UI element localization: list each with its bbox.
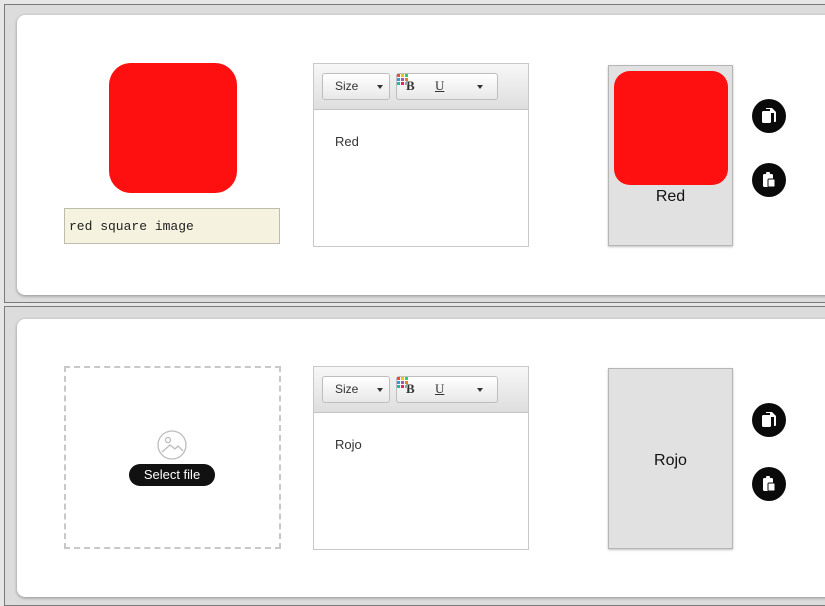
paste-icon — [763, 476, 776, 492]
format-button-group: B U — [396, 73, 498, 100]
font-size-label: Size — [335, 382, 359, 396]
copy-button[interactable] — [752, 403, 786, 437]
rich-text-editor: Size B U Red — [313, 63, 529, 247]
select-file-button[interactable]: Select file — [129, 464, 215, 486]
caret-down-icon[interactable] — [477, 85, 483, 89]
copy-icon — [762, 108, 776, 123]
font-size-dropdown[interactable]: Size — [322, 376, 390, 403]
image-caption-input[interactable] — [64, 208, 280, 244]
card: Size B U Red Red — [17, 15, 825, 295]
image-icon — [157, 430, 187, 460]
paste-button[interactable] — [752, 467, 786, 501]
editor-content[interactable]: Rojo — [314, 413, 528, 476]
paste-icon — [763, 172, 776, 188]
editor-content[interactable]: Red — [314, 110, 528, 173]
rich-text-editor: Size B U Rojo — [313, 366, 529, 550]
editor-toolbar: Size B U — [314, 64, 528, 110]
format-button-group: B U — [396, 376, 498, 403]
copy-icon — [762, 412, 776, 427]
preview-card[interactable]: Rojo — [608, 368, 733, 549]
font-size-label: Size — [335, 79, 359, 93]
image-dropzone[interactable]: Select file — [64, 366, 281, 549]
editor-toolbar: Size B U — [314, 367, 528, 413]
card-row-2: Select file Size B U Rojo Rojo — [4, 306, 825, 606]
copy-button[interactable] — [752, 99, 786, 133]
font-size-dropdown[interactable]: Size — [322, 73, 390, 100]
preview-text: Red — [655, 188, 686, 205]
preview-image — [614, 71, 728, 185]
paste-button[interactable] — [752, 163, 786, 197]
underline-button[interactable]: U — [435, 78, 444, 94]
underline-button[interactable]: U — [435, 381, 444, 397]
preview-card[interactable]: Red — [608, 65, 733, 246]
caret-down-icon — [377, 85, 383, 89]
card-row-1: Size B U Red Red — [4, 4, 825, 303]
preview-text: Rojo — [654, 452, 687, 469]
red-square-image[interactable] — [109, 63, 237, 193]
caret-down-icon[interactable] — [477, 388, 483, 392]
card: Select file Size B U Rojo Rojo — [17, 319, 825, 597]
caret-down-icon — [377, 388, 383, 392]
